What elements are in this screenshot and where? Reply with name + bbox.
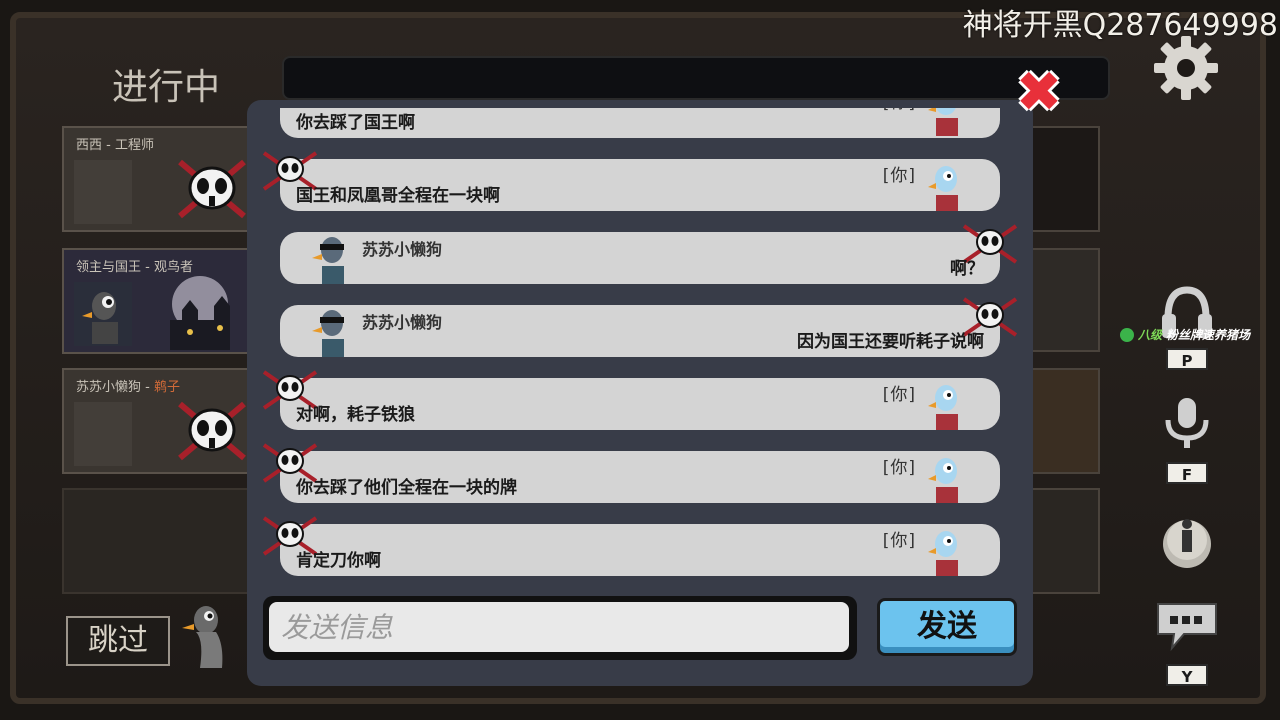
page-title: 进行中 xyxy=(112,67,221,108)
message-text: 因为国王还要听耗子说啊 xyxy=(797,332,984,352)
goose-avatar-icon xyxy=(928,108,958,136)
microphone-icon[interactable] xyxy=(1162,396,1212,452)
message-text: 肯定刀你啊 xyxy=(296,551,381,571)
message-text: 对啊，耗子铁狼 xyxy=(296,405,415,425)
headset-key-label: P xyxy=(1166,348,1208,370)
castle-silhouette-icon xyxy=(170,276,230,350)
chat-message: 苏苏小懒狗 因为国王还要听耗子说啊 xyxy=(280,297,1018,357)
you-tag: [你] xyxy=(882,385,916,405)
player-card[interactable]: 领主与国王 - 观鸟者 xyxy=(62,248,252,354)
you-tag: [你] xyxy=(882,166,916,186)
player-card xyxy=(1030,248,1100,352)
goose-avatar-icon xyxy=(82,292,118,344)
player-card[interactable]: 西西 - 工程师 xyxy=(62,126,252,232)
goose-avatar-icon xyxy=(928,458,958,503)
message-text: 你去踩了国王啊 xyxy=(296,113,415,133)
chat-message-input[interactable] xyxy=(269,602,849,652)
dead-skull-icon xyxy=(178,159,246,219)
sender-name: 苏苏小懒狗 xyxy=(362,313,443,332)
chat-input-wrapper xyxy=(263,596,857,660)
goose-avatar-icon xyxy=(312,310,344,357)
message-text: 国王和凤凰哥全程在一块啊 xyxy=(296,186,500,206)
player-card xyxy=(1030,126,1100,232)
chat-message: [你] 对啊，耗子铁狼 xyxy=(262,370,1000,430)
chat-panel: [你] 你去踩了国王啊 [你] xyxy=(247,100,1033,686)
chat-key-label: Y xyxy=(1166,664,1208,686)
player-card xyxy=(1030,368,1100,474)
wechat-icon xyxy=(1120,327,1134,342)
stream-watermark: 神将开黑Q287649998 xyxy=(962,8,1278,43)
info-icon[interactable] xyxy=(1160,514,1214,568)
you-tag: [你] xyxy=(882,531,916,551)
chat-bubble-icon[interactable] xyxy=(1154,600,1220,652)
goose-avatar-icon xyxy=(928,166,958,211)
close-icon[interactable]: ✖ xyxy=(1014,65,1064,121)
goose-avatar-icon xyxy=(928,385,958,430)
player-portrait xyxy=(74,402,132,466)
player-card xyxy=(1030,488,1100,594)
player-name: 西西 - 工程师 xyxy=(76,138,154,153)
chat-message: [你] 国王和凤凰哥全程在一块啊 xyxy=(262,151,1000,211)
chat-message-list[interactable]: [你] 你去踩了国王啊 [你] xyxy=(247,108,1033,582)
gear-icon[interactable] xyxy=(1150,32,1222,104)
goose-avatar-icon xyxy=(312,237,344,284)
chat-message: [你] 肯定刀你啊 xyxy=(262,516,1000,576)
message-text: 你去踩了他们全程在一块的牌 xyxy=(296,478,517,498)
player-name: 苏苏小懒狗 - 鹈子 xyxy=(76,380,180,395)
status-bar xyxy=(282,56,1110,100)
player-portrait xyxy=(74,282,132,346)
you-tag: [你] xyxy=(883,108,916,113)
player-card[interactable]: 苏苏小懒狗 - 鹈子 xyxy=(62,368,252,474)
sender-name: 苏苏小懒狗 xyxy=(362,240,443,259)
skip-vote-button[interactable]: 跳过 xyxy=(66,616,170,666)
chat-message: [你] 你去踩了国王啊 xyxy=(280,108,1000,138)
message-text: 啊？ xyxy=(950,259,984,279)
player-portrait xyxy=(74,160,132,224)
send-button[interactable]: 发送 xyxy=(877,598,1017,656)
chat-message: 苏苏小懒狗 啊？ xyxy=(280,224,1018,284)
dead-skull-icon xyxy=(178,401,246,461)
chat-message: [你] 你去踩了他们全程在一块的牌 xyxy=(262,443,1000,503)
goose-avatar-icon xyxy=(928,531,958,576)
you-tag: [你] xyxy=(882,458,916,478)
mic-key-label: F xyxy=(1166,462,1208,484)
goose-avatar-icon xyxy=(182,606,223,668)
fan-badge: 八级 粉丝牌速养猪场 xyxy=(1120,326,1250,343)
player-card-empty xyxy=(62,488,252,594)
